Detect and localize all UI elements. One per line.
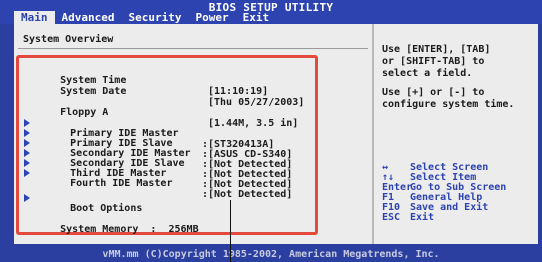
copyright-footer: vMM.mm (C)Copyright 1985-2002, American … <box>102 249 440 260</box>
submenu-arrow-icon <box>24 194 30 202</box>
key-legend: ↔ Select Screen ↑↓ Select Item Enter Go … <box>382 163 506 223</box>
ide-value: :[Not Detected] <box>202 189 293 200</box>
system-memory-text: System Memory : 256MB <box>60 224 199 235</box>
submenu-arrow-icon <box>24 119 30 127</box>
key-name: ESC <box>382 212 401 223</box>
section-divider <box>18 48 368 49</box>
submenu-arrow-icon <box>24 139 30 147</box>
mouse-cursor-line <box>230 200 231 262</box>
tab-exit[interactable]: Exit <box>236 11 277 24</box>
main-content: System Overview System Time [11:10:19] S… <box>14 24 538 244</box>
help-pane: Use [ENTER], [TAB] or [SHIFT-TAB] to sel… <box>376 24 536 244</box>
key-description: Exit <box>410 212 435 223</box>
tab-security[interactable]: Security <box>121 11 188 24</box>
system-memory-row: System Memory : 256MB <box>24 213 199 246</box>
system-date-value[interactable]: [Thu 05/27/2003] <box>208 97 304 108</box>
section-title: System Overview <box>23 34 114 45</box>
tab-main[interactable]: Main <box>14 11 55 24</box>
menu-bar: Main Advanced Security Power Exit <box>14 11 276 24</box>
tab-advanced[interactable]: Advanced <box>55 11 122 24</box>
pane-divider <box>372 24 374 244</box>
tab-power[interactable]: Power <box>188 11 235 24</box>
key-legend-row: ESC Exit <box>382 213 506 223</box>
top-bar: BIOS SETUP UTILITY Main Advanced Securit… <box>0 0 542 24</box>
settings-pane: System Overview System Time [11:10:19] S… <box>14 24 372 244</box>
floppy-a-value[interactable]: [1.44M, 3.5 in] <box>208 118 298 129</box>
help-text-time: Use [+] or [-] to configure system time. <box>382 87 515 110</box>
submenu-arrow-icon <box>24 149 30 157</box>
ide-label: Fourth IDE Master <box>70 178 173 189</box>
key-legend-row: F10 Save and Exit <box>382 203 506 213</box>
submenu-arrow-icon <box>24 159 30 167</box>
system-time-value[interactable]: [11:10:19] <box>208 86 268 97</box>
submenu-arrow-icon <box>24 129 30 137</box>
submenu-arrow-icon <box>24 169 30 177</box>
help-text-navigation: Use [ENTER], [TAB] or [SHIFT-TAB] to sel… <box>382 44 491 79</box>
